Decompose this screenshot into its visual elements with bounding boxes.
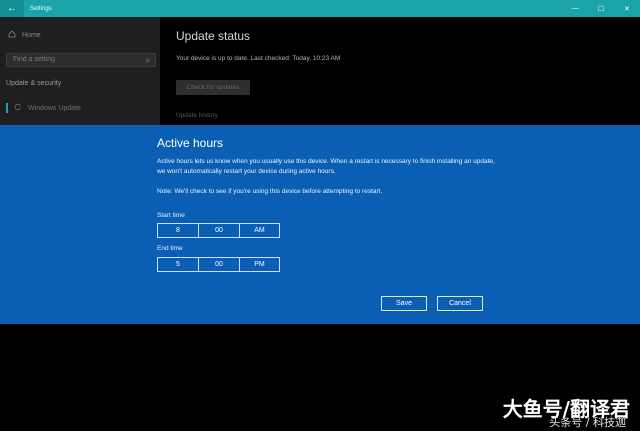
cancel-button[interactable]: Cancel bbox=[437, 296, 483, 311]
sidebar-item-label: Windows Update bbox=[28, 104, 81, 112]
dialog-description: Active hours lets us know when you usual… bbox=[157, 158, 495, 175]
dialog-note: Note: We'll check to see if you're using… bbox=[157, 188, 383, 195]
search-input[interactable]: Find a setting ⌕ bbox=[6, 53, 156, 67]
save-button[interactable]: Save bbox=[381, 296, 427, 311]
start-hour[interactable]: 8 bbox=[158, 224, 199, 237]
end-hour[interactable]: 5 bbox=[158, 258, 199, 271]
sidebar-home-label: Home bbox=[22, 31, 41, 39]
start-period[interactable]: AM bbox=[240, 224, 279, 237]
search-placeholder: Find a setting bbox=[13, 56, 56, 63]
active-hours-dialog: Active hours Active hours lets us know w… bbox=[0, 125, 640, 324]
sidebar-item-windows-update[interactable]: Windows Update bbox=[6, 103, 81, 113]
window-title: Settings bbox=[30, 5, 52, 12]
title-bar: ← Settings — ☐ ✕ bbox=[0, 0, 640, 17]
sidebar: Home Find a setting ⌕ Update & security … bbox=[0, 17, 160, 125]
update-history-link[interactable]: Update history bbox=[176, 112, 218, 119]
end-time-picker[interactable]: 5 00 PM bbox=[157, 257, 280, 272]
refresh-icon bbox=[14, 103, 22, 113]
back-button[interactable]: ← bbox=[0, 0, 24, 17]
home-icon bbox=[8, 30, 16, 40]
end-minute[interactable]: 00 bbox=[199, 258, 240, 271]
page-title: Update status bbox=[176, 29, 251, 43]
maximize-button[interactable]: ☐ bbox=[588, 0, 614, 17]
selection-indicator bbox=[6, 103, 8, 113]
update-status-text: Your device is up to date. Last checked:… bbox=[176, 55, 341, 62]
back-arrow-icon: ← bbox=[7, 3, 17, 14]
search-icon[interactable]: ⌕ bbox=[146, 55, 150, 67]
window-controls: — ☐ ✕ bbox=[562, 0, 640, 17]
main-content: Update status Your device is up to date.… bbox=[160, 17, 640, 125]
start-time-label: Start time bbox=[157, 212, 185, 219]
check-for-updates-button[interactable]: Check for updates bbox=[176, 80, 250, 95]
start-time-picker[interactable]: 8 00 AM bbox=[157, 223, 280, 238]
start-minute[interactable]: 00 bbox=[199, 224, 240, 237]
sidebar-section-title: Update & security bbox=[6, 80, 62, 87]
close-button[interactable]: ✕ bbox=[614, 0, 640, 17]
sidebar-item-home[interactable]: Home bbox=[8, 30, 41, 40]
end-time-label: End time bbox=[157, 245, 183, 252]
end-period[interactable]: PM bbox=[240, 258, 279, 271]
minimize-button[interactable]: — bbox=[562, 0, 588, 17]
watermark-subtitle: 头条号 / 科技迦 bbox=[549, 416, 626, 429]
dialog-title: Active hours bbox=[157, 136, 224, 150]
